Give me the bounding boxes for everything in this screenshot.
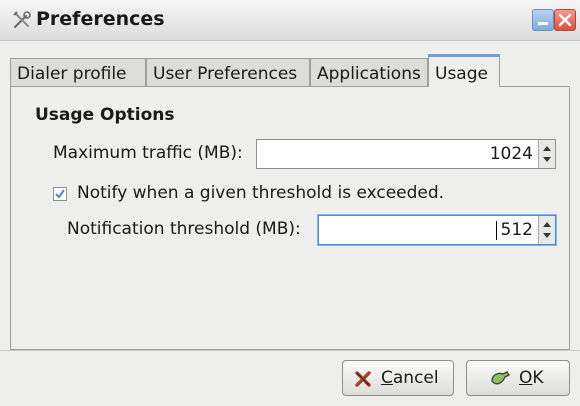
window-title: Preferences [36, 8, 165, 30]
section-title: Usage Options [35, 105, 175, 125]
threshold-stepper[interactable] [538, 216, 555, 244]
notify-checkbox[interactable] [53, 187, 67, 201]
tab-dialer-profile[interactable]: Dialer profile [10, 58, 146, 86]
text-cursor [496, 221, 497, 240]
tab-applications[interactable]: Applications [310, 58, 428, 86]
arrow-up-icon [543, 146, 551, 151]
arrow-up-icon [543, 222, 551, 227]
close-button[interactable] [554, 9, 576, 31]
title-bar[interactable]: Preferences [0, 0, 580, 41]
tools-icon [12, 10, 32, 30]
button-divider [0, 350, 580, 351]
usage-panel: Usage Options Maximum traffic (MB): 1024… [10, 86, 570, 350]
minimize-button[interactable] [532, 9, 554, 31]
max-traffic-spinbox[interactable]: 1024 [256, 139, 556, 169]
max-traffic-value: 1024 [489, 144, 533, 164]
arrow-down-icon [543, 233, 551, 238]
threshold-spinbox[interactable]: 512 [318, 215, 556, 245]
max-traffic-label: Maximum traffic (MB): [53, 143, 243, 163]
preferences-window: Preferences Dialer profile User Preferen… [0, 0, 580, 406]
checkmark-icon [55, 189, 65, 199]
max-traffic-stepper[interactable] [538, 140, 555, 168]
tab-user-preferences[interactable]: User Preferences [146, 58, 310, 86]
threshold-value: 512 [500, 220, 533, 240]
tab-usage[interactable]: Usage [428, 54, 500, 87]
cancel-button[interactable]: Cancel [342, 360, 454, 396]
ok-icon [489, 369, 513, 394]
notify-label[interactable]: Notify when a given threshold is exceede… [77, 183, 444, 203]
minimize-icon [538, 22, 548, 25]
cancel-label: Cancel [381, 368, 439, 388]
ok-button[interactable]: OK [466, 360, 570, 396]
threshold-label: Notification threshold (MB): [67, 219, 301, 239]
cancel-icon [353, 369, 373, 394]
ok-label: OK [519, 368, 544, 388]
arrow-down-icon [543, 157, 551, 162]
close-icon [558, 13, 572, 27]
